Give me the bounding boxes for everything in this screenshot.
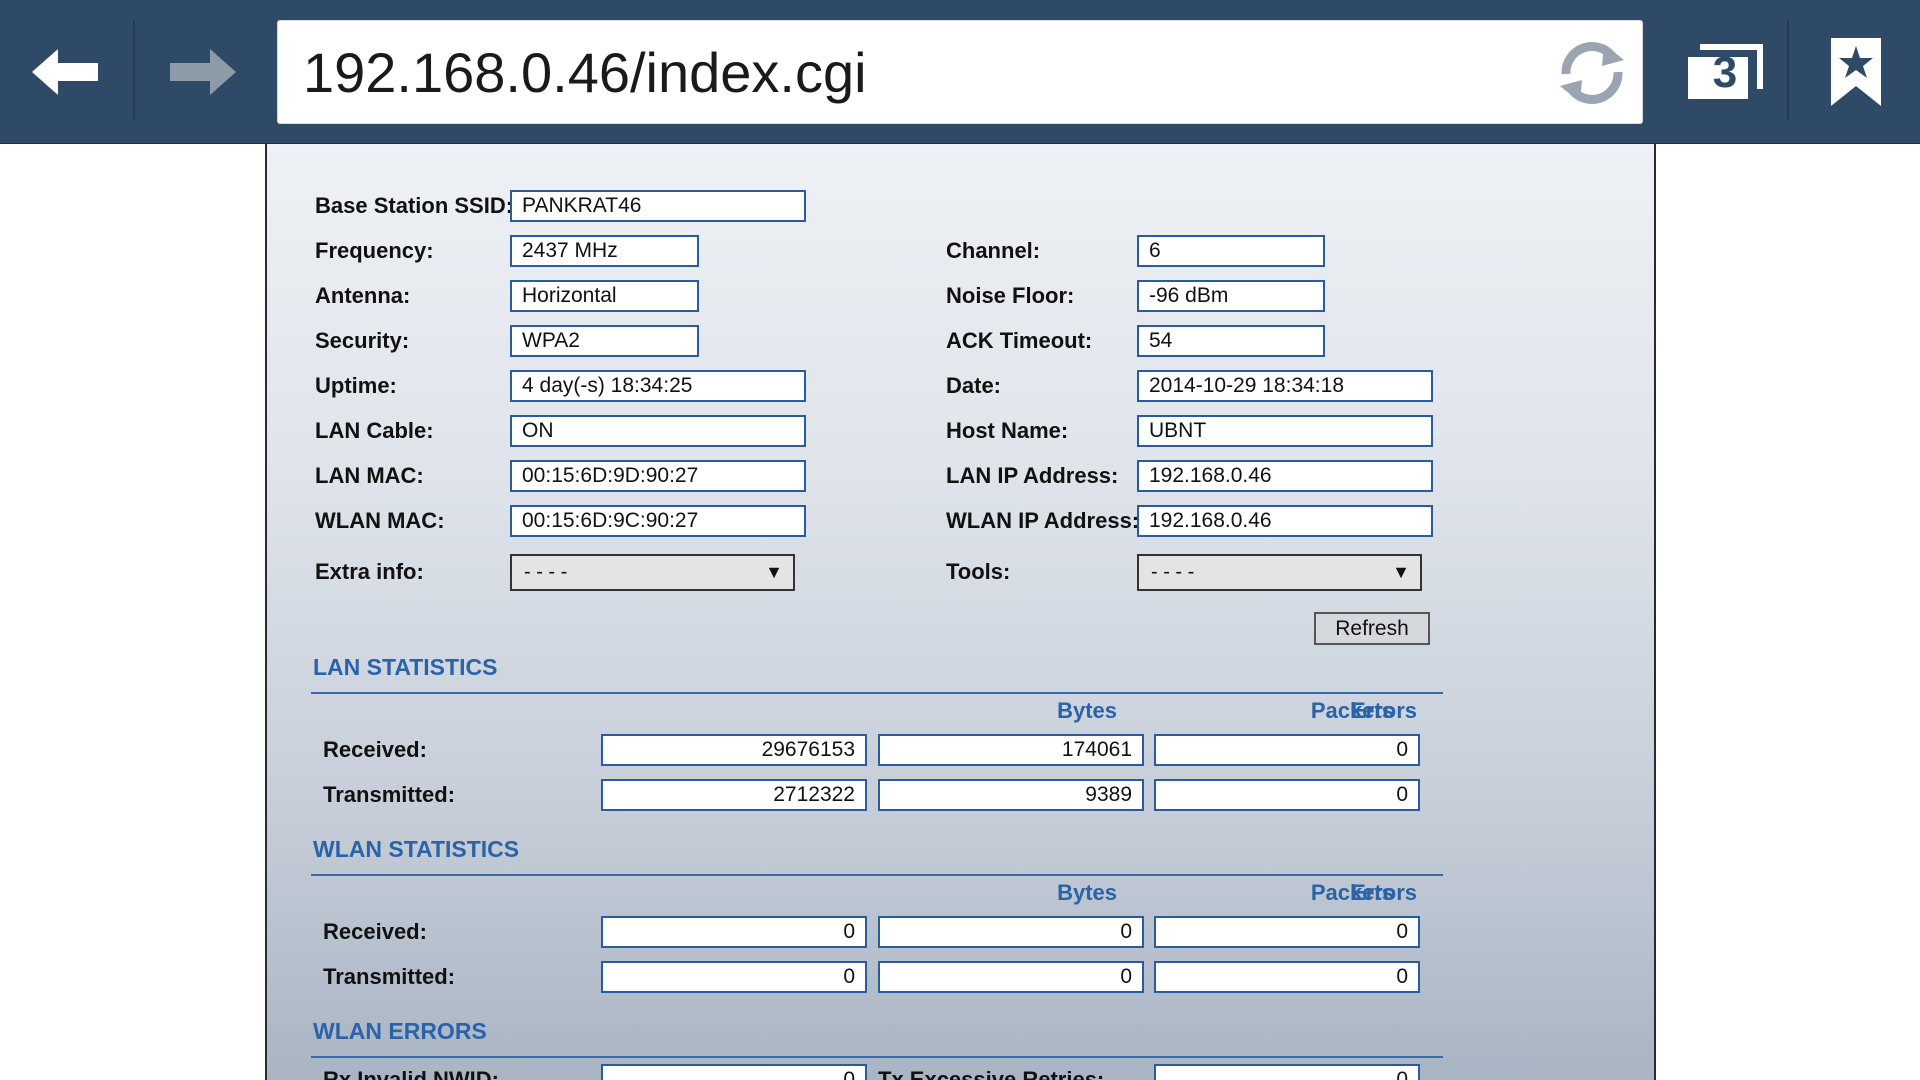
lan-tx-errors: 0 (1154, 779, 1420, 811)
lan-rx-bytes: 29676153 (601, 734, 867, 766)
bookmarks-button[interactable] (1791, 0, 1920, 143)
wlan-statistics-header: WLAN STATISTICS (311, 836, 1443, 876)
wlan-tx-packets: 0 (878, 961, 1144, 993)
tab-count: 3 (1712, 48, 1738, 97)
lan-cable-field: ON (510, 415, 806, 447)
forward-button[interactable] (134, 0, 267, 143)
lan-transmitted-label: Transmitted: (323, 782, 456, 807)
wlan-errors-header: WLAN ERRORS (311, 1018, 1443, 1058)
wlan-tx-bytes: 0 (601, 961, 867, 993)
wlan-errors-title: WLAN ERRORS (313, 1018, 487, 1044)
browser-toolbar: 192.168.0.46/index.cgi 3 (0, 0, 1920, 144)
status-page: Base Station SSID: PANKRAT46 Frequency: … (265, 144, 1656, 1080)
lan-tx-packets: 9389 (878, 779, 1144, 811)
url-text[interactable]: 192.168.0.46/index.cgi (303, 21, 867, 125)
ack-timeout-field: 54 (1137, 325, 1325, 357)
tabs-button[interactable]: 3 (1663, 0, 1785, 143)
address-bar[interactable]: 192.168.0.46/index.cgi (277, 20, 1643, 124)
antenna-field: Horizontal (510, 280, 699, 312)
wlan-tx-errors: 0 (1154, 961, 1420, 993)
refresh-button[interactable]: Refresh (1314, 612, 1430, 645)
channel-field: 6 (1137, 235, 1325, 267)
wlan-rx-packets: 0 (878, 916, 1144, 948)
ssid-label: Base Station SSID: (315, 193, 514, 218)
noise-floor-field: -96 dBm (1137, 280, 1325, 312)
lan-mac-field: 00:15:6D:9D:90:27 (510, 460, 806, 492)
dropdown-arrow-icon: ▼ (765, 562, 783, 582)
toolbar-divider (1787, 20, 1789, 120)
wlan-received-label: Received: (323, 919, 427, 944)
bookmark-icon (1830, 37, 1881, 106)
arrow-left-icon (31, 48, 98, 95)
wlan-mac-field: 00:15:6D:9C:90:27 (510, 505, 806, 537)
tools-select[interactable]: - - - - ▼ (1137, 554, 1422, 591)
security-field: WPA2 (510, 325, 699, 357)
extra-info-select[interactable]: - - - - ▼ (510, 554, 795, 591)
lan-col-errors: Errors (1350, 698, 1417, 723)
tx-excessive-retries-label: Tx Excessive Retries: (878, 1067, 1105, 1080)
rx-invalid-nwid-label: Rx Invalid NWID: (323, 1067, 500, 1080)
wlan-transmitted-label: Transmitted: (323, 964, 456, 989)
antenna-label: Antenna: (315, 283, 411, 308)
lan-ip-field: 192.168.0.46 (1137, 460, 1433, 492)
wlan-ip-field: 192.168.0.46 (1137, 505, 1433, 537)
ack-timeout-label: ACK Timeout: (946, 328, 1093, 353)
lan-tx-bytes: 2712322 (601, 779, 867, 811)
wlan-mac-label: WLAN MAC: (315, 508, 445, 533)
dropdown-arrow-icon: ▼ (1392, 562, 1410, 582)
lan-cable-label: LAN Cable: (315, 418, 434, 443)
wlan-rx-errors: 0 (1154, 916, 1420, 948)
frequency-label: Frequency: (315, 238, 434, 263)
wlan-statistics-title: WLAN STATISTICS (313, 836, 520, 862)
lan-ip-label: LAN IP Address: (946, 463, 1119, 488)
lan-received-label: Received: (323, 737, 427, 762)
security-label: Security: (315, 328, 410, 353)
back-button[interactable] (0, 0, 133, 143)
lan-statistics-title: LAN STATISTICS (313, 654, 498, 680)
uptime-label: Uptime: (315, 373, 397, 398)
reload-icon (1560, 42, 1624, 104)
ssid-field: PANKRAT46 (510, 190, 806, 222)
wlan-col-bytes: Bytes (1057, 880, 1117, 905)
extra-info-value: - - - - (524, 561, 568, 583)
lan-mac-label: LAN MAC: (315, 463, 424, 488)
uptime-field: 4 day(-s) 18:34:25 (510, 370, 806, 402)
reload-button[interactable] (1552, 35, 1632, 111)
lan-rx-packets: 174061 (878, 734, 1144, 766)
noise-floor-label: Noise Floor: (946, 283, 1075, 308)
channel-label: Channel: (946, 238, 1041, 263)
host-name-field: UBNT (1137, 415, 1433, 447)
frequency-field: 2437 MHz (510, 235, 699, 267)
rx-invalid-nwid-field: 0 (601, 1064, 867, 1080)
extra-info-label: Extra info: (315, 559, 424, 584)
date-field: 2014-10-29 18:34:18 (1137, 370, 1433, 402)
tools-label: Tools: (946, 559, 1011, 584)
lan-col-bytes: Bytes (1057, 698, 1117, 723)
tools-value: - - - - (1151, 561, 1195, 583)
tx-excessive-retries-field: 0 (1154, 1064, 1420, 1080)
wlan-rx-bytes: 0 (601, 916, 867, 948)
host-name-label: Host Name: (946, 418, 1069, 443)
date-label: Date: (946, 373, 1002, 398)
arrow-right-icon (169, 48, 236, 95)
wlan-ip-label: WLAN IP Address: (946, 508, 1140, 533)
lan-rx-errors: 0 (1154, 734, 1420, 766)
lan-statistics-header: LAN STATISTICS (311, 654, 1443, 694)
wlan-col-errors: Errors (1350, 880, 1417, 905)
